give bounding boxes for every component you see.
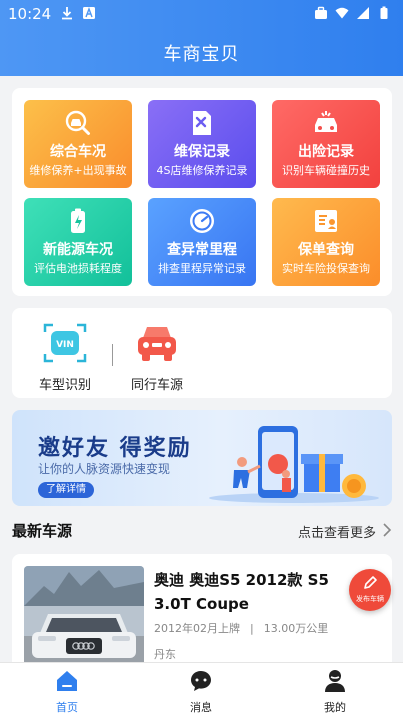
quick-action-peer-listings[interactable]: 同行车源	[122, 322, 192, 393]
meta-separator: |	[250, 622, 254, 635]
bottom-tab-bar: 首页 消息 我的	[0, 662, 403, 718]
tile-insurance-query[interactable]: 保单查询 实时车险投保查询	[272, 198, 380, 286]
app-notification-icon	[83, 7, 95, 19]
tab-messages[interactable]: 消息	[161, 669, 241, 715]
invite-friends-banner[interactable]: 邀好友 得奖励 让你的人脉资源快速变现 了解详情	[12, 410, 392, 506]
briefcase-icon	[315, 6, 327, 19]
invite-reward-illustration	[209, 426, 379, 503]
car-search-icon	[65, 110, 90, 135]
latest-listings-header: 最新车源 点击查看更多	[12, 518, 392, 542]
fab-label: 发布车辆	[356, 595, 384, 603]
message-icon	[191, 671, 211, 691]
banner-title: 邀好友 得奖励	[38, 436, 192, 461]
banner-details-button[interactable]: 了解详情	[38, 482, 94, 498]
car-crash-icon	[315, 111, 337, 132]
car-name: 奥迪 奥迪S5 2012款 S5 3.0T Coupe	[154, 571, 329, 613]
banner-subtitle: 让你的人脉资源快速变现	[38, 462, 171, 476]
tile-new-energy-condition[interactable]: 新能源车况 评估电池损耗程度	[24, 198, 132, 286]
section-title: 最新车源	[12, 522, 73, 540]
view-more-link[interactable]: 点击查看更多	[298, 522, 376, 541]
tile-comprehensive-condition[interactable]: 综合车况 维修保养+出现事故	[24, 100, 132, 188]
profile-icon	[325, 670, 345, 692]
quick-actions: VIN 车型识别 同行车源	[12, 308, 392, 398]
car-listing-card[interactable]: 奥迪 奥迪S5 2012款 S5 3.0T Coupe 2012年02月上牌 | 1…	[12, 554, 392, 674]
quick-action-model-recognition[interactable]: VIN 车型识别	[30, 322, 100, 393]
vin-scan-icon: VIN	[43, 323, 87, 363]
status-time: 10:24	[8, 5, 52, 23]
home-icon	[57, 671, 77, 691]
car-mileage: 13.00万公里	[263, 622, 329, 635]
svg-text:VIN: VIN	[56, 340, 74, 350]
app-header: 10:24 车商宝贝	[0, 0, 403, 76]
odometer-icon	[190, 209, 214, 233]
signal-icon	[357, 7, 369, 19]
tile-abnormal-mileage[interactable]: 查异常里程 排查里程异常记录	[148, 198, 256, 286]
tile-maintenance-records[interactable]: 维保记录 4S店维修保养记录	[148, 100, 256, 188]
battery-status-icon	[380, 6, 388, 19]
tile-accident-records[interactable]: 出险记录 识别车辆碰撞历史	[272, 100, 380, 188]
car-photo	[24, 566, 144, 666]
page-title: 车商宝贝	[163, 44, 240, 65]
pencil-icon	[364, 576, 377, 589]
wifi-icon	[335, 7, 349, 19]
tab-profile[interactable]: 我的	[295, 669, 375, 715]
service-grid: 综合车况 维修保养+出现事故 维保记录 4S店维修保养记录 出险记录 识别车辆碰…	[12, 88, 392, 296]
chevron-right-icon[interactable]	[382, 522, 392, 538]
quick-actions-divider	[112, 344, 113, 366]
car-meta: 2012年02月上牌 | 13.00万公里	[154, 620, 328, 636]
publish-vehicle-button[interactable]: 发布车辆	[349, 569, 391, 611]
tab-home[interactable]: 首页	[27, 669, 107, 715]
download-icon	[62, 7, 72, 20]
car-registration-date: 2012年02月上牌	[154, 622, 240, 635]
status-bar: 10:24	[0, 0, 403, 28]
car-city: 丹东	[154, 648, 176, 661]
insurance-policy-icon	[315, 210, 337, 232]
car-front-icon	[138, 327, 176, 361]
battery-icon	[71, 208, 85, 233]
maintenance-doc-icon	[193, 111, 211, 135]
